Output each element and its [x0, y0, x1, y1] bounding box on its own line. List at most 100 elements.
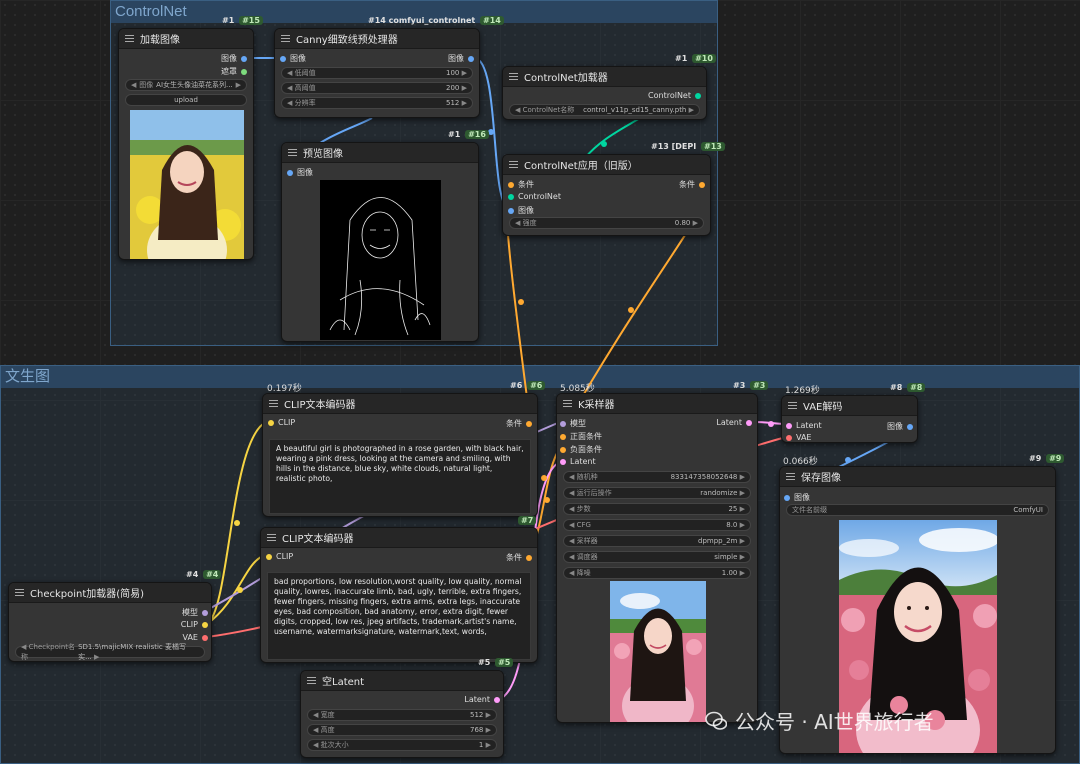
arrow-right-icon[interactable]: ▶: [740, 569, 745, 577]
node-clip-text-positive[interactable]: CLIP文本编码器 CLIP 条件 A beautiful girl is ph…: [262, 393, 538, 517]
output-image[interactable]: 图像: [448, 53, 474, 64]
node-empty-latent[interactable]: 空Latent Latent ◀ 宽度 512 ▶ ◀ 高度 768 ▶ ◀ 批…: [300, 670, 504, 758]
node-load-image[interactable]: 加载图像 图像 遮罩 ◀ 图像 AI女生头像油菜花系列... ▶ upload: [118, 28, 254, 260]
input-latent[interactable]: Latent: [786, 421, 822, 430]
arrow-right-icon[interactable]: ▶: [740, 505, 745, 513]
menu-icon[interactable]: [563, 400, 572, 407]
menu-icon[interactable]: [788, 402, 797, 409]
output-controlnet[interactable]: ControlNet: [648, 91, 701, 100]
arrow-left-icon[interactable]: ◀: [569, 537, 574, 545]
node-header[interactable]: 预览图像: [282, 143, 478, 163]
strength-widget[interactable]: ◀ 强度 0.80 ▶: [509, 217, 704, 229]
cfg-widget[interactable]: ◀ CFG 8.0 ▶: [563, 519, 751, 531]
sampler-widget[interactable]: ◀ 采样器 dpmpp_2m ▶: [563, 535, 751, 547]
slot-dot[interactable]: [907, 423, 913, 430]
node-header[interactable]: 保存图像: [780, 467, 1055, 487]
low-threshold-widget[interactable]: ◀ 低阈值 100 ▶: [281, 67, 473, 79]
slot-dot[interactable]: [468, 55, 474, 62]
arrow-right-icon[interactable]: ▶: [740, 537, 745, 545]
slot-dot[interactable]: [241, 68, 247, 75]
control-after-generate-widget[interactable]: ◀ 运行后操作 randomize ▶: [563, 487, 751, 499]
arrow-left-icon[interactable]: ◀: [569, 473, 574, 481]
arrow-right-icon[interactable]: ▶: [236, 81, 241, 89]
arrow-left-icon[interactable]: ◀: [515, 219, 520, 227]
input-vae[interactable]: VAE: [786, 433, 812, 442]
input-positive[interactable]: 正面条件: [560, 431, 602, 442]
output-clip[interactable]: CLIP: [181, 620, 208, 629]
menu-icon[interactable]: [125, 35, 134, 42]
arrow-left-icon[interactable]: ◀: [287, 84, 292, 92]
arrow-left-icon[interactable]: ◀: [515, 106, 520, 114]
slot-dot[interactable]: [560, 458, 566, 465]
input-clip[interactable]: CLIP: [266, 552, 293, 561]
input-conditioning[interactable]: 条件: [508, 179, 534, 190]
arrow-left-icon[interactable]: ◀: [131, 81, 136, 89]
slot-dot[interactable]: [526, 554, 532, 561]
output-vae[interactable]: VAE: [183, 633, 208, 642]
node-controlnet-apply[interactable]: ControlNet应用（旧版） 条件 ControlNet 图像 条件 ◀ 强…: [502, 154, 711, 236]
high-threshold-widget[interactable]: ◀ 高阈值 200 ▶: [281, 82, 473, 94]
width-widget[interactable]: ◀ 宽度 512 ▶: [307, 709, 497, 721]
node-checkpoint-loader[interactable]: Checkpoint加载器(简易) 模型 CLIP VAE ◀ Checkpoi…: [8, 582, 212, 662]
slot-dot[interactable]: [695, 92, 701, 99]
arrow-left-icon[interactable]: ◀: [569, 569, 574, 577]
output-conditioning[interactable]: 条件: [506, 552, 532, 563]
slot-dot[interactable]: [746, 419, 752, 426]
input-image[interactable]: 图像: [280, 53, 306, 64]
node-header[interactable]: K采样器: [557, 394, 757, 414]
input-latent[interactable]: Latent: [560, 457, 596, 466]
slot-dot[interactable]: [526, 420, 532, 427]
arrow-left-icon[interactable]: ◀: [569, 521, 574, 529]
arrow-left-icon[interactable]: ◀: [569, 489, 574, 497]
slot-dot[interactable]: [266, 553, 272, 560]
menu-icon[interactable]: [281, 35, 290, 42]
input-controlnet[interactable]: ControlNet: [508, 192, 561, 201]
slot-dot[interactable]: [508, 181, 514, 188]
slot-dot[interactable]: [287, 169, 293, 176]
slot-dot[interactable]: [560, 420, 566, 427]
arrow-right-icon[interactable]: ▶: [462, 69, 467, 77]
slot-dot[interactable]: [560, 433, 566, 440]
node-vae-decode[interactable]: VAE解码 Latent VAE 图像: [781, 395, 918, 443]
node-header[interactable]: Canny细致线预处理器: [275, 29, 479, 49]
arrow-left-icon[interactable]: ◀: [569, 553, 574, 561]
resolution-widget[interactable]: ◀ 分辨率 512 ▶: [281, 97, 473, 109]
arrow-right-icon[interactable]: ▶: [693, 219, 698, 227]
output-conditioning[interactable]: 条件: [679, 179, 705, 190]
output-model[interactable]: 模型: [182, 607, 208, 618]
input-negative[interactable]: 负面条件: [560, 444, 602, 455]
slot-dot[interactable]: [508, 193, 514, 200]
menu-icon[interactable]: [15, 589, 24, 596]
filename-prefix-widget[interactable]: 文件名前缀 ComfyUI: [786, 504, 1049, 516]
slot-dot[interactable]: [202, 609, 208, 616]
node-header[interactable]: CLIP文本编码器: [263, 394, 537, 414]
input-image[interactable]: 图像: [508, 205, 534, 216]
arrow-left-icon[interactable]: ◀: [21, 643, 26, 651]
arrow-right-icon[interactable]: ▶: [740, 473, 745, 481]
seed-widget[interactable]: ◀ 随机种 833147358052648 ▶: [563, 471, 751, 483]
output-mask[interactable]: 遮罩: [221, 66, 247, 77]
node-controlnet-loader[interactable]: ControlNet加载器 ControlNet ◀ ControlNet名称 …: [502, 66, 707, 120]
height-widget[interactable]: ◀ 高度 768 ▶: [307, 724, 497, 736]
arrow-right-icon[interactable]: ▶: [689, 106, 694, 114]
node-header[interactable]: CLIP文本编码器: [261, 528, 537, 548]
slot-dot[interactable]: [494, 696, 500, 703]
slot-dot[interactable]: [268, 419, 274, 426]
slot-dot[interactable]: [786, 434, 792, 441]
arrow-right-icon[interactable]: ▶: [740, 553, 745, 561]
node-header[interactable]: VAE解码: [782, 396, 917, 416]
slot-dot[interactable]: [560, 446, 566, 453]
output-latent[interactable]: Latent: [716, 418, 752, 427]
slot-dot[interactable]: [280, 55, 286, 62]
upload-button[interactable]: upload: [125, 94, 247, 106]
input-clip[interactable]: CLIP: [268, 418, 295, 427]
denoise-widget[interactable]: ◀ 降噪 1.00 ▶: [563, 567, 751, 579]
menu-icon[interactable]: [509, 161, 518, 168]
arrow-left-icon[interactable]: ◀: [313, 726, 318, 734]
arrow-left-icon[interactable]: ◀: [313, 711, 318, 719]
slot-dot[interactable]: [202, 634, 208, 641]
slot-dot[interactable]: [784, 494, 790, 501]
output-conditioning[interactable]: 条件: [506, 418, 532, 429]
node-header[interactable]: 空Latent: [301, 671, 503, 691]
node-header[interactable]: ControlNet加载器: [503, 67, 706, 87]
